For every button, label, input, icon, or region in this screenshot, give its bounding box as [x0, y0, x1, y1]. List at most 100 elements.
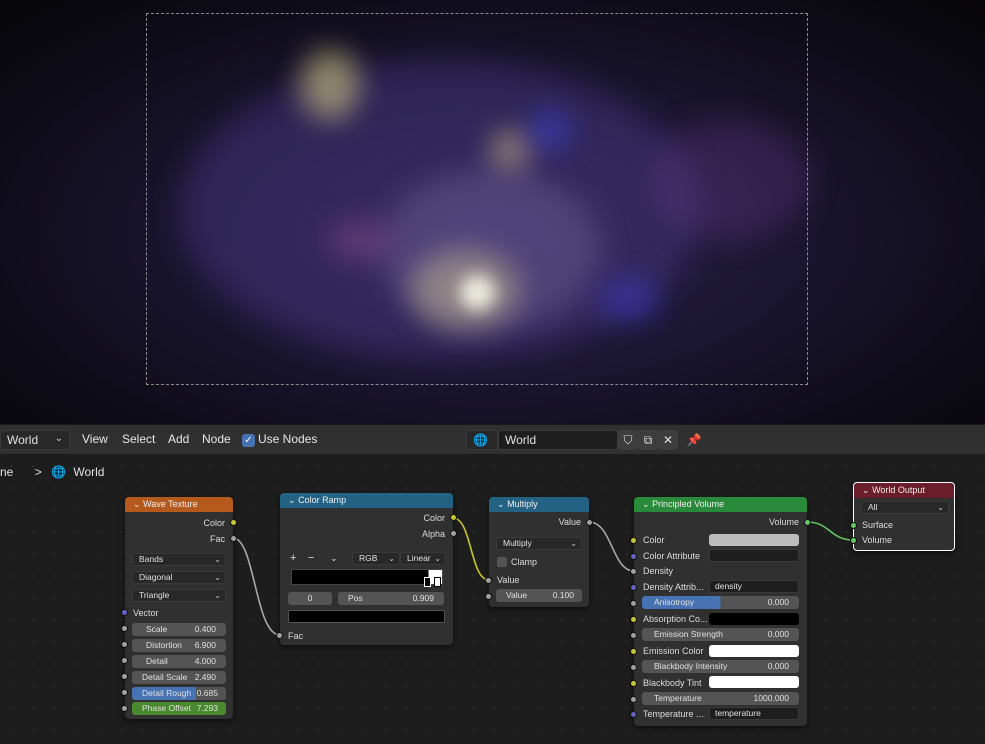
- output-value-socket[interactable]: [586, 519, 593, 526]
- field-label: Phase Offset: [142, 703, 191, 713]
- absorption-color-swatch[interactable]: [709, 613, 799, 625]
- node-math-multiply[interactable]: ⌄ Multiply Value Multiply ⌄ Clamp Value V…: [485, 497, 593, 607]
- node-principled-volume[interactable]: ⌄ Principled Volume Volume Color Color A…: [630, 497, 811, 726]
- menu-add[interactable]: Add: [168, 432, 189, 446]
- world-name-text: World: [505, 433, 537, 447]
- input-density-socket[interactable]: [630, 568, 637, 575]
- scale-field[interactable]: Scale 0.400: [132, 623, 226, 636]
- density-attribute-field[interactable]: density: [709, 580, 799, 593]
- input-value-socket[interactable]: [485, 577, 492, 584]
- output-alpha-socket[interactable]: [450, 530, 457, 537]
- input-phase-offset-socket[interactable]: [121, 705, 128, 712]
- blackbody-intensity-field[interactable]: Blackbody Intensity 0.000: [642, 660, 799, 673]
- input-fac-socket[interactable]: [276, 632, 283, 639]
- node-color-ramp[interactable]: ⌄ Color Ramp Color Alpha + − ⌄ RGB ⌄ Line…: [276, 493, 457, 645]
- input-detail-roughness-socket[interactable]: [121, 689, 128, 696]
- anisotropy-field[interactable]: Anisotropy 0.000: [642, 596, 799, 609]
- node-header[interactable]: ⌄ Principled Volume: [634, 497, 807, 512]
- input-detail-scale-socket[interactable]: [121, 673, 128, 680]
- world-browse-button[interactable]: 🌐: [466, 430, 498, 450]
- node-wave-texture[interactable]: ⌄ Wave Texture Color Fac Bands ⌄ Diagonal…: [121, 497, 237, 719]
- distortion-field[interactable]: Distortion 6.900: [132, 639, 226, 652]
- output-color-socket[interactable]: [230, 519, 237, 526]
- temperature-attribute-field[interactable]: temperature: [709, 707, 799, 720]
- color-mode-select[interactable]: RGB ⌄: [352, 552, 400, 565]
- node-header[interactable]: ⌄ Color Ramp: [280, 493, 453, 508]
- input-color-socket[interactable]: [630, 537, 637, 544]
- remove-stop-button[interactable]: −: [308, 552, 314, 564]
- chevron-down-icon: ⌄: [214, 555, 221, 564]
- node-header[interactable]: ⌄ Wave Texture: [125, 497, 233, 512]
- input-density-attribute-socket[interactable]: [630, 584, 637, 591]
- input-detail-socket[interactable]: [121, 657, 128, 664]
- collapse-chevron-icon[interactable]: ⌄: [288, 495, 296, 505]
- stop-position-field[interactable]: Pos 0.909: [338, 592, 444, 605]
- color-swatch[interactable]: [709, 534, 799, 546]
- input-vector-socket[interactable]: [121, 609, 128, 616]
- blackbody-tint-swatch[interactable]: [709, 676, 799, 688]
- value-field[interactable]: Value 0.100: [496, 589, 582, 602]
- stop-color-swatch[interactable]: [288, 610, 445, 623]
- chevron-down-icon: ⌄: [434, 554, 441, 563]
- ramp-stop-black[interactable]: [424, 577, 431, 587]
- input-absorption-socket[interactable]: [630, 616, 637, 623]
- collapse-chevron-icon[interactable]: ⌄: [642, 499, 650, 509]
- emission-color-swatch[interactable]: [709, 645, 799, 657]
- math-operation-select[interactable]: Multiply ⌄: [496, 537, 582, 550]
- input-emission-strength-socket[interactable]: [630, 632, 637, 639]
- world-type-dropdown[interactable]: World ⌄: [0, 430, 70, 450]
- interpolation-select[interactable]: Linear ⌄: [400, 552, 446, 565]
- node-header[interactable]: ⌄ Multiply: [489, 497, 589, 512]
- add-stop-button[interactable]: +: [290, 552, 296, 564]
- input-temperature-attribute-socket[interactable]: [630, 711, 637, 718]
- chevron-down-icon[interactable]: ⌄: [330, 552, 338, 564]
- input-anisotropy-socket[interactable]: [630, 600, 637, 607]
- color-attribute-field[interactable]: [709, 549, 799, 562]
- ramp-stop-white[interactable]: [434, 577, 441, 587]
- color-ramp-bar[interactable]: [291, 569, 443, 585]
- duplicate-icon[interactable]: ⧉: [638, 430, 658, 450]
- wave-direction-select[interactable]: Diagonal ⌄: [132, 571, 226, 584]
- input-absorption-label: Absorption Co...: [643, 614, 708, 624]
- output-volume-socket[interactable]: [804, 519, 811, 526]
- collapse-chevron-icon[interactable]: ⌄: [862, 485, 870, 495]
- output-color-socket[interactable]: [450, 514, 457, 521]
- pin-icon[interactable]: 📌: [684, 430, 704, 450]
- input-distortion-socket[interactable]: [121, 641, 128, 648]
- detail-roughness-field[interactable]: Detail Rough 0.685: [132, 687, 226, 700]
- collapse-chevron-icon[interactable]: ⌄: [497, 499, 505, 509]
- phase-offset-field[interactable]: Phase Offset 7.293: [132, 702, 226, 715]
- wave-profile-select[interactable]: Triangle ⌄: [132, 589, 226, 602]
- input-emission-color-socket[interactable]: [630, 648, 637, 655]
- detail-field[interactable]: Detail 4.000: [132, 655, 226, 668]
- menu-select[interactable]: Select: [122, 432, 155, 446]
- input-volume-socket[interactable]: [850, 537, 857, 544]
- input-blackbody-intensity-socket[interactable]: [630, 664, 637, 671]
- wave-type-select[interactable]: Bands ⌄: [132, 553, 226, 566]
- input-surface-socket[interactable]: [850, 522, 857, 529]
- node-header[interactable]: ⌄ World Output: [854, 483, 954, 498]
- collapse-chevron-icon[interactable]: ⌄: [133, 499, 141, 509]
- stop-index-field[interactable]: 0: [288, 592, 332, 605]
- viewport-render[interactable]: [0, 0, 985, 424]
- output-target-select[interactable]: All ⌄: [861, 501, 949, 514]
- menu-node[interactable]: Node: [202, 432, 231, 446]
- close-icon[interactable]: ✕: [658, 430, 678, 450]
- world-name-field[interactable]: World: [498, 430, 618, 450]
- input-color-attribute-socket[interactable]: [630, 553, 637, 560]
- fake-user-shield-icon[interactable]: ⛉: [618, 430, 638, 450]
- detail-scale-field[interactable]: Detail Scale 2.490: [132, 671, 226, 684]
- temperature-field[interactable]: Temperature 1000.000: [642, 692, 799, 705]
- input-temperature-socket[interactable]: [630, 696, 637, 703]
- node-world-output[interactable]: ⌄ World Output All ⌄ Surface Volume: [850, 482, 955, 551]
- input-blackbody-tint-socket[interactable]: [630, 680, 637, 687]
- emission-strength-field[interactable]: Emission Strength 0.000: [642, 628, 799, 641]
- use-nodes-checkbox[interactable]: ✓: [242, 434, 255, 447]
- output-fac-socket[interactable]: [230, 535, 237, 542]
- clamp-checkbox[interactable]: [497, 557, 507, 567]
- input-value2-socket[interactable]: [485, 593, 492, 600]
- chevron-down-icon: ⌄: [214, 573, 221, 582]
- menu-view[interactable]: View: [82, 432, 108, 446]
- input-scale-socket[interactable]: [121, 625, 128, 632]
- field-label: Detail: [146, 656, 168, 666]
